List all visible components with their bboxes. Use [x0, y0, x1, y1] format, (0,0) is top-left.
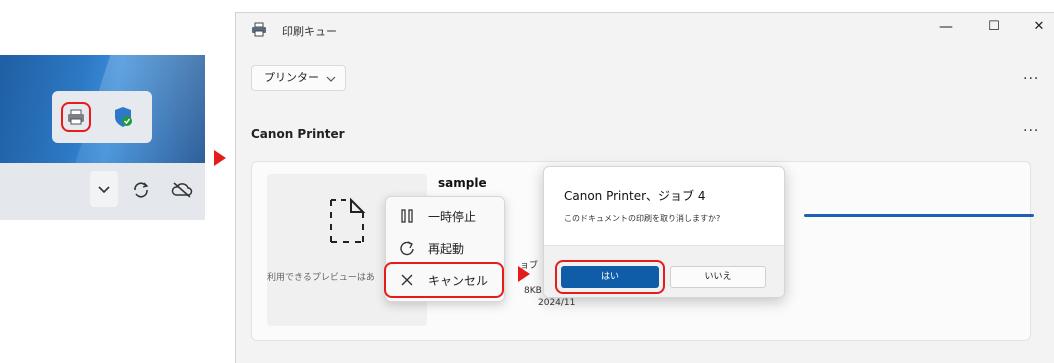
close-icon [401, 274, 413, 286]
job-context-menu: 一時停止 再起動 キャンセル [384, 196, 505, 302]
window-title: 印刷キュー [282, 25, 337, 38]
menu-item-restart[interactable]: 再起動 [386, 233, 504, 263]
no-preview-document-icon [330, 197, 366, 243]
annotation-arrow-right [214, 150, 226, 166]
sync-icon[interactable] [130, 179, 152, 201]
minimize-button[interactable]: — [936, 19, 956, 35]
close-window-button[interactable]: ✕ [1029, 19, 1049, 34]
menu-item-label: 再起動 [428, 242, 465, 256]
menu-item-label: キャンセル [428, 274, 489, 288]
taskbar-snippet [0, 55, 205, 220]
printer-dropdown[interactable]: プリンター [251, 65, 346, 91]
title-bar: 印刷キュー — ☐ ✕ [236, 13, 1054, 47]
no-button[interactable]: いいえ [670, 266, 766, 288]
chevron-down-icon [326, 76, 336, 82]
job-size-fragment: 8KB [524, 286, 542, 296]
printer-app-icon [252, 22, 266, 37]
tray-printer-icon[interactable] [61, 102, 91, 132]
menu-item-cancel[interactable]: キャンセル [384, 262, 504, 298]
security-shield-icon[interactable] [112, 105, 134, 133]
annotation-highlight-yes [555, 260, 665, 294]
printer-more-button[interactable]: ··· [1023, 123, 1039, 139]
dialog-footer: はい いいえ [544, 245, 784, 297]
job-date-fragment: 2024/11 [538, 298, 576, 308]
taskbar [0, 163, 205, 220]
maximize-button[interactable]: ☐ [984, 19, 1004, 34]
printer-dropdown-label: プリンター [264, 71, 319, 84]
pause-icon [401, 209, 413, 223]
menu-item-label: 一時停止 [428, 210, 477, 224]
dialog-title: Canon Printer、ジョブ 4 [564, 189, 706, 203]
restart-icon [400, 241, 414, 256]
cloud-offline-icon[interactable] [170, 180, 194, 200]
dialog-message: このドキュメントの印刷を取り消しますか? [564, 214, 721, 223]
menu-item-pause[interactable]: 一時停止 [386, 201, 504, 231]
tray-overflow-popup [52, 91, 152, 143]
printer-section-title: Canon Printer [251, 127, 345, 141]
job-progress-bar [804, 214, 1034, 217]
toolbar-more-button[interactable]: ··· [1023, 71, 1039, 87]
cancel-job-dialog: Canon Printer、ジョブ 4 このドキュメントの印刷を取り消しますか?… [543, 166, 785, 298]
annotation-arrow-right-2 [518, 266, 530, 282]
show-hidden-icons-button[interactable] [90, 171, 118, 207]
job-document-name: sample [438, 176, 487, 190]
